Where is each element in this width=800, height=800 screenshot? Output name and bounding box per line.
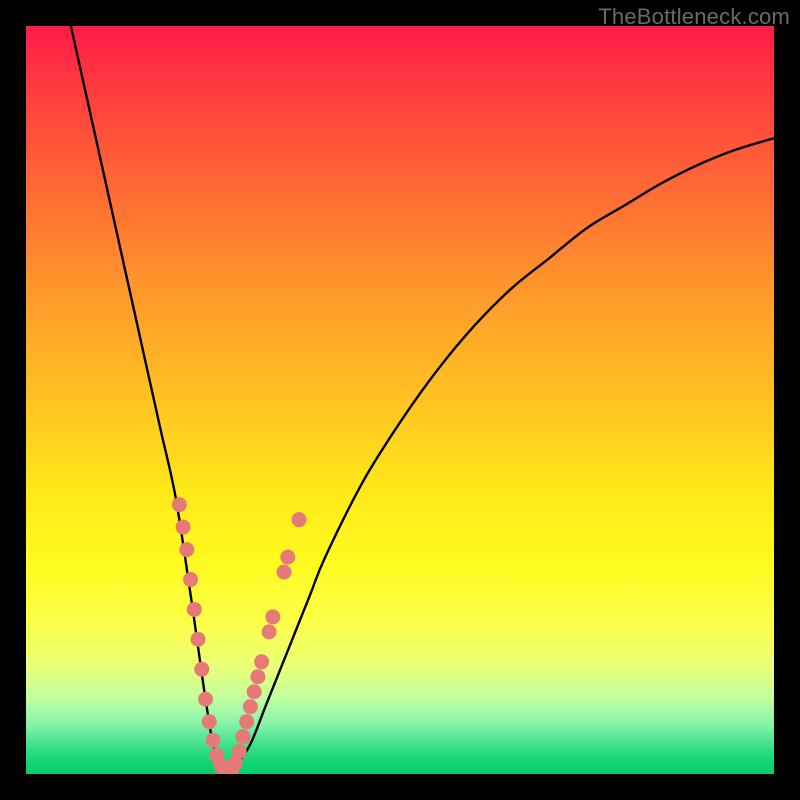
- sample-point: [243, 699, 258, 714]
- sample-point: [232, 744, 247, 759]
- sample-point: [247, 684, 262, 699]
- sample-point: [277, 565, 292, 580]
- chart-frame: TheBottleneck.com: [0, 0, 800, 800]
- curve-layer: [26, 26, 774, 774]
- sample-point: [176, 520, 191, 535]
- sample-point: [187, 602, 202, 617]
- sample-point: [265, 609, 280, 624]
- sample-point: [179, 542, 194, 557]
- sample-point: [194, 662, 209, 677]
- sample-point: [202, 714, 217, 729]
- sample-point: [235, 729, 250, 744]
- sample-points: [172, 497, 307, 774]
- sample-point: [254, 654, 269, 669]
- sample-point: [292, 512, 307, 527]
- sample-point: [183, 572, 198, 587]
- sample-point: [206, 733, 221, 748]
- bottleneck-curve: [71, 26, 774, 774]
- sample-point: [191, 632, 206, 647]
- sample-point: [250, 669, 265, 684]
- sample-point: [239, 714, 254, 729]
- sample-point: [198, 692, 213, 707]
- sample-point: [172, 497, 187, 512]
- watermark-text: TheBottleneck.com: [598, 4, 790, 30]
- plot-area: [26, 26, 774, 774]
- bottleneck-curve-path: [71, 26, 774, 774]
- sample-point: [262, 624, 277, 639]
- sample-point: [280, 550, 295, 565]
